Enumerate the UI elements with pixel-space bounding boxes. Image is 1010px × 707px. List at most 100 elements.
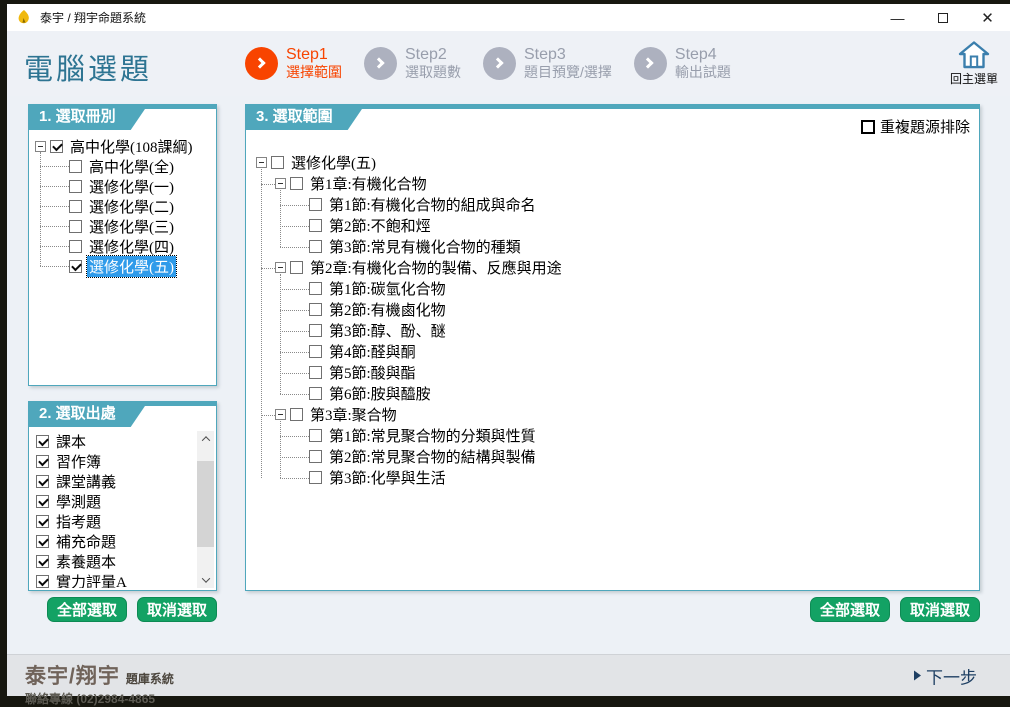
checkbox-icon[interactable]: [69, 240, 82, 253]
checkbox-icon[interactable]: [309, 366, 322, 379]
checkbox-icon[interactable]: [309, 219, 322, 232]
tree-item-label[interactable]: 第1節:碳氫化合物: [327, 278, 448, 299]
source-list-item[interactable]: 實力評量A: [31, 571, 195, 588]
tree-item[interactable]: 第1章:有機化合物: [246, 173, 979, 194]
sources-deselect-button[interactable]: 取消選取: [137, 597, 217, 622]
dedupe-sources-checkbox[interactable]: 重複題源排除: [861, 116, 970, 137]
tree-item[interactable]: 高中化學(全): [29, 156, 216, 176]
tree-item[interactable]: 高中化學(108課綱): [29, 136, 216, 156]
tree-item[interactable]: 選修化學(五): [29, 256, 216, 276]
tree-item[interactable]: 第2節:不飽和烴: [246, 215, 979, 236]
checkbox-icon[interactable]: [309, 387, 322, 400]
source-list-item[interactable]: 素養題本: [31, 551, 195, 571]
checkbox-icon[interactable]: [36, 435, 49, 448]
tree-item[interactable]: 選修化學(五): [246, 152, 979, 173]
checkbox-icon[interactable]: [36, 575, 49, 588]
checkbox-icon[interactable]: [69, 260, 82, 273]
checkbox-icon[interactable]: [290, 261, 303, 274]
checkbox-icon[interactable]: [309, 198, 322, 211]
collapse-toggle-icon[interactable]: [275, 262, 286, 273]
tree-item-label[interactable]: 第1節:常見聚合物的分類與性質: [327, 425, 538, 446]
checkbox-icon[interactable]: [36, 495, 49, 508]
checkbox-icon[interactable]: [309, 450, 322, 463]
tree-item-label[interactable]: 選修化學(四): [87, 236, 176, 257]
step-4[interactable]: Step4輸出試題: [634, 46, 731, 80]
tree-item-label[interactable]: 第5節:酸與酯: [327, 362, 418, 383]
tree-item-label[interactable]: 第2節:常見聚合物的結構與製備: [327, 446, 538, 467]
source-list-item[interactable]: 習作簿: [31, 451, 195, 471]
tree-item[interactable]: 第1節:常見聚合物的分類與性質: [246, 425, 979, 446]
tree-item-label[interactable]: 高中化學(全): [87, 156, 176, 177]
checkbox-icon[interactable]: [309, 240, 322, 253]
tree-item-label[interactable]: 第2節:有機鹵化物: [327, 299, 448, 320]
tree-item[interactable]: 第6節:胺與醯胺: [246, 383, 979, 404]
source-item-label[interactable]: 課堂講義: [54, 471, 118, 492]
tree-item[interactable]: 選修化學(四): [29, 236, 216, 256]
checkbox-icon[interactable]: [36, 535, 49, 548]
source-item-label[interactable]: 課本: [54, 431, 88, 452]
checkbox-icon[interactable]: [861, 120, 875, 134]
checkbox-icon[interactable]: [69, 220, 82, 233]
scrollbar-track[interactable]: [197, 447, 214, 572]
tree-item-label[interactable]: 第3節:常見有機化合物的種類: [327, 236, 523, 257]
collapse-toggle-icon[interactable]: [275, 178, 286, 189]
source-item-label[interactable]: 指考題: [54, 511, 103, 532]
scroll-down-icon[interactable]: [197, 572, 214, 588]
checkbox-icon[interactable]: [69, 160, 82, 173]
tree-item-label[interactable]: 選修化學(三): [87, 216, 176, 237]
checkbox-icon[interactable]: [36, 475, 49, 488]
checkbox-icon[interactable]: [309, 429, 322, 442]
step-2[interactable]: Step2選取題數: [364, 46, 461, 80]
tree-item[interactable]: 第1節:有機化合物的組成與命名: [246, 194, 979, 215]
checkbox-icon[interactable]: [271, 156, 284, 169]
checkbox-icon[interactable]: [309, 471, 322, 484]
tree-item[interactable]: 第2章:有機化合物的製備、反應與用途: [246, 257, 979, 278]
checkbox-icon[interactable]: [50, 140, 63, 153]
checkbox-icon[interactable]: [309, 345, 322, 358]
tree-item-label[interactable]: 第2節:不飽和烴: [327, 215, 433, 236]
source-list-item[interactable]: 指考題: [31, 511, 195, 531]
collapse-toggle-icon[interactable]: [275, 409, 286, 420]
tree-item-label[interactable]: 第3章:聚合物: [308, 404, 399, 425]
tree-item-label[interactable]: 第3節:化學與生活: [327, 467, 448, 488]
tree-item[interactable]: 第2節:常見聚合物的結構與製備: [246, 446, 979, 467]
tree-item[interactable]: 第5節:酸與酯: [246, 362, 979, 383]
tree-item-label[interactable]: 選修化學(一): [87, 176, 176, 197]
step-1[interactable]: Step1選擇範圍: [245, 46, 342, 80]
tree-item[interactable]: 第3節:常見有機化合物的種類: [246, 236, 979, 257]
collapse-toggle-icon[interactable]: [35, 141, 46, 152]
next-step-button[interactable]: 下一步: [914, 663, 977, 688]
minimize-button[interactable]: —: [875, 4, 920, 31]
source-list-item[interactable]: 補充命題: [31, 531, 195, 551]
close-button[interactable]: ✕: [965, 4, 1010, 31]
tree-item[interactable]: 第3章:聚合物: [246, 404, 979, 425]
tree-item[interactable]: 選修化學(一): [29, 176, 216, 196]
tree-item[interactable]: 第1節:碳氫化合物: [246, 278, 979, 299]
checkbox-icon[interactable]: [69, 180, 82, 193]
scrollbar[interactable]: [197, 431, 214, 588]
checkbox-icon[interactable]: [36, 455, 49, 468]
tree-item[interactable]: 第3節:化學與生活: [246, 467, 979, 488]
checkbox-icon[interactable]: [36, 515, 49, 528]
tree-item[interactable]: 第4節:醛與酮: [246, 341, 979, 362]
checkbox-icon[interactable]: [309, 303, 322, 316]
checkbox-icon[interactable]: [36, 555, 49, 568]
tree-item[interactable]: 選修化學(二): [29, 196, 216, 216]
source-item-label[interactable]: 補充命題: [54, 531, 118, 552]
source-item-label[interactable]: 實力評量A: [54, 571, 129, 589]
source-list-item[interactable]: 課堂講義: [31, 471, 195, 491]
tree-item-label[interactable]: 第4節:醛與酮: [327, 341, 418, 362]
tree-item-label[interactable]: 高中化學(108課綱): [68, 136, 195, 157]
step-3[interactable]: Step3題目預覽/選擇: [483, 46, 612, 80]
checkbox-icon[interactable]: [290, 177, 303, 190]
source-list-item[interactable]: 學測題: [31, 491, 195, 511]
tree-item-label[interactable]: 第6節:胺與醯胺: [327, 383, 433, 404]
home-button[interactable]: 回主選單: [950, 40, 998, 87]
checkbox-icon[interactable]: [309, 324, 322, 337]
collapse-toggle-icon[interactable]: [256, 157, 267, 168]
tree-item[interactable]: 選修化學(三): [29, 216, 216, 236]
tree-item-label[interactable]: 選修化學(五): [87, 256, 176, 277]
tree-item-label[interactable]: 第1節:有機化合物的組成與命名: [327, 194, 538, 215]
tree-item[interactable]: 第3節:醇、酚、醚: [246, 320, 979, 341]
source-item-label[interactable]: 習作簿: [54, 451, 103, 472]
